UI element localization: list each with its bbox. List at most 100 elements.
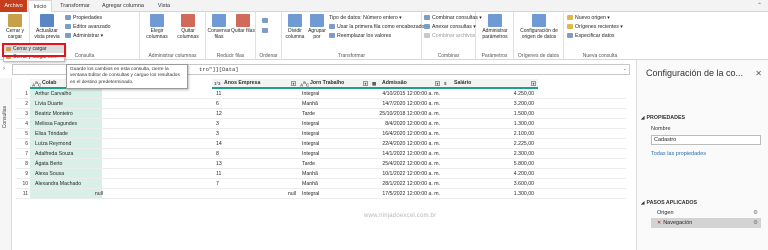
filter-dropdown-icon[interactable]: ▾ [435,81,440,86]
cell-salario[interactable]: 1.500,00 [442,111,534,117]
tab-view[interactable]: Vista [152,0,176,12]
cell-colab[interactable]: Beatriz Monteiro [35,111,103,117]
manage-parameters-button[interactable]: Administrar parámetros [478,14,512,40]
table-row[interactable]: 4 Melissa Fagundes 3 Integral 8/4/2020 12:00… [16,119,626,129]
cell-salario[interactable]: 2.300,00 [442,151,534,157]
all-properties-link[interactable]: Todas las propiedades [651,151,706,157]
cell-colab[interactable]: null [35,191,103,197]
row-number[interactable]: 2 [16,101,30,107]
query-name-input[interactable]: Cadastro [651,135,761,145]
cell-admissao[interactable]: 16/4/2020 12:00:00 a. m. [370,131,440,137]
queries-pane-collapsed[interactable]: Consultas [0,78,12,250]
applied-steps-section[interactable]: ◢ PASOS APLICADOS [641,200,697,206]
table-row[interactable]: 11 null null Integral 17/5/2022 12:00:00 a. … [16,189,626,199]
cell-colab[interactable]: Ágata Berto [35,161,103,167]
properties-section[interactable]: ◢ PROPIEDADES [641,115,685,121]
close-load-button[interactable]: Cerrar y cargar [2,14,28,40]
col-header-salario[interactable]: $ Salário ▾ [442,79,538,89]
append-queries-button[interactable]: Anexar consultas ▾ [424,24,476,31]
replace-values-button[interactable]: Reemplazar los valores [329,33,391,40]
close-icon[interactable]: ✕ [755,69,762,78]
refresh-preview-button[interactable]: Actualizar vista previa [32,14,62,40]
cell-colab[interactable]: Melissa Fagundes [35,121,103,127]
expand-queries-icon[interactable]: › [3,66,5,72]
table-row[interactable]: 9 Alexa Sousa 11 Manhã 10/1/2022 12:00:00 a.… [16,169,626,179]
row-number[interactable]: 6 [16,141,30,147]
cell-anos[interactable]: 13 [216,161,296,167]
collapse-ribbon-icon[interactable]: ⌃ [757,2,762,9]
cell-admissao[interactable]: 10/1/2022 12:00:00 a. m. [370,171,440,177]
tab-add-column[interactable]: Agregar columna [97,0,149,12]
remove-columns-button[interactable]: Quitar columnas [173,14,203,40]
cell-colab[interactable]: Adalfreda Souza [35,151,103,157]
combine-files-button[interactable]: Combinar archivos [424,33,475,40]
table-row[interactable]: 8 Ágata Berto 13 Tarde 25/4/2022 12:00:00 a.… [16,159,626,169]
table-row[interactable]: 6 Luíza Reymond 14 Integral 22/4/2020 12:00:… [16,139,626,149]
cell-admissao[interactable]: 28/1/2022 12:00:00 a. m. [370,181,440,187]
cell-anos[interactable]: 7 [216,181,296,187]
filter-dropdown-icon[interactable]: ▾ [291,81,296,86]
cell-salario[interactable]: 2.225,00 [442,141,534,147]
cell-anos[interactable]: null [216,191,296,197]
filter-dropdown-icon[interactable]: ▾ [531,81,536,86]
cell-jorn[interactable]: Manhã [302,171,368,177]
row-number[interactable]: 8 [16,161,30,167]
cell-admissao[interactable]: 14/1/2022 12:00:00 a. m. [370,151,440,157]
row-number[interactable]: 11 [16,191,30,197]
cell-anos[interactable]: 8 [216,151,296,157]
table-row[interactable]: 3 Beatriz Monteiro 12 Tarde 25/10/2018 12:00… [16,109,626,119]
col-header-admissao[interactable]: ▦ Admissão ▾ [370,79,442,89]
cell-colab[interactable]: Luíza Reymond [35,141,103,147]
cell-anos[interactable]: 6 [216,101,296,107]
table-row[interactable]: 7 Adalfreda Souza 8 Integral 14/1/2022 12:00… [16,149,626,159]
sort-desc-button[interactable] [262,28,270,35]
cell-colab[interactable]: Alexa Sousa [35,171,103,177]
keep-rows-button[interactable]: Conservar filas [207,14,231,40]
cell-jorn[interactable]: Tarde [302,161,368,167]
sort-asc-button[interactable] [262,18,270,25]
cell-admissao[interactable]: 14/7/2020 12:00:00 a. m. [370,101,440,107]
cell-admissao[interactable]: 22/4/2020 12:00:00 a. m. [370,141,440,147]
table-row[interactable]: 5 Elisa Trindade 3 Integral 16/4/2020 12:00:… [16,129,626,139]
recent-sources-button[interactable]: Orígenes recientes ▾ [567,24,623,31]
cell-anos[interactable]: 12 [216,111,296,117]
delete-step-icon[interactable]: ✕ [657,220,661,226]
row-number[interactable]: 3 [16,111,30,117]
row-number[interactable]: 4 [16,121,30,127]
cell-salario[interactable]: 4.200,00 [442,171,534,177]
cell-salario[interactable]: 2.100,00 [442,131,534,137]
group-by-button[interactable]: Agrupar por [307,14,327,40]
advanced-editor-button[interactable]: Editor avanzado [65,24,111,31]
cell-salario[interactable]: 3.600,00 [442,181,534,187]
merge-queries-button[interactable]: Combinar consultas ▾ [424,15,482,22]
cell-anos[interactable]: 11 [216,91,296,97]
cell-jorn[interactable]: Manhã [302,101,368,107]
cell-admissao[interactable]: 4/10/2015 12:00:00 a. m. [370,91,440,97]
step-source[interactable]: Origen ⚙ [651,208,761,218]
row-number[interactable]: 10 [16,181,30,187]
cell-jorn[interactable]: Integral [302,131,368,137]
cell-anos[interactable]: 3 [216,121,296,127]
expand-formula-icon[interactable]: ⌄ [623,66,627,72]
cell-admissao[interactable]: 25/4/2022 12:00:00 a. m. [370,161,440,167]
remove-rows-button[interactable]: Quitar filas [231,14,255,34]
cell-colab[interactable]: Elisa Trindade [35,131,103,137]
choose-columns-button[interactable]: Elegir columnas [142,14,172,40]
cell-jorn[interactable]: Manhã [302,181,368,187]
table-row[interactable]: 2 Lívia Duarte 6 Manhã 14/7/2020 12:00:00 a.… [16,99,626,109]
cell-jorn[interactable]: Integral [302,141,368,147]
gear-icon[interactable]: ⚙ [753,218,758,228]
split-column-button[interactable]: Dividir columna [283,14,307,40]
cell-salario[interactable]: 5.800,00 [442,161,534,167]
cell-jorn[interactable]: Integral [302,121,368,127]
table-row[interactable]: 10 Alexandra Machado 7 Manhã 28/1/2022 12:00… [16,179,626,189]
row-number[interactable]: 7 [16,151,30,157]
step-navigation[interactable]: ✕ Navegación ⚙ [651,218,761,228]
enter-data-button[interactable]: Especificar datos [567,33,615,40]
cell-admissao[interactable]: 8/4/2020 12:00:00 a. m. [370,121,440,127]
cell-admissao[interactable]: 25/10/2018 12:00:00 a. m. [370,111,440,117]
cell-colab[interactable]: Lívia Duarte [35,101,103,107]
cell-salario[interactable]: 1.300,00 [442,121,534,127]
cell-anos[interactable]: 14 [216,141,296,147]
row-number[interactable]: 1 [16,91,30,97]
